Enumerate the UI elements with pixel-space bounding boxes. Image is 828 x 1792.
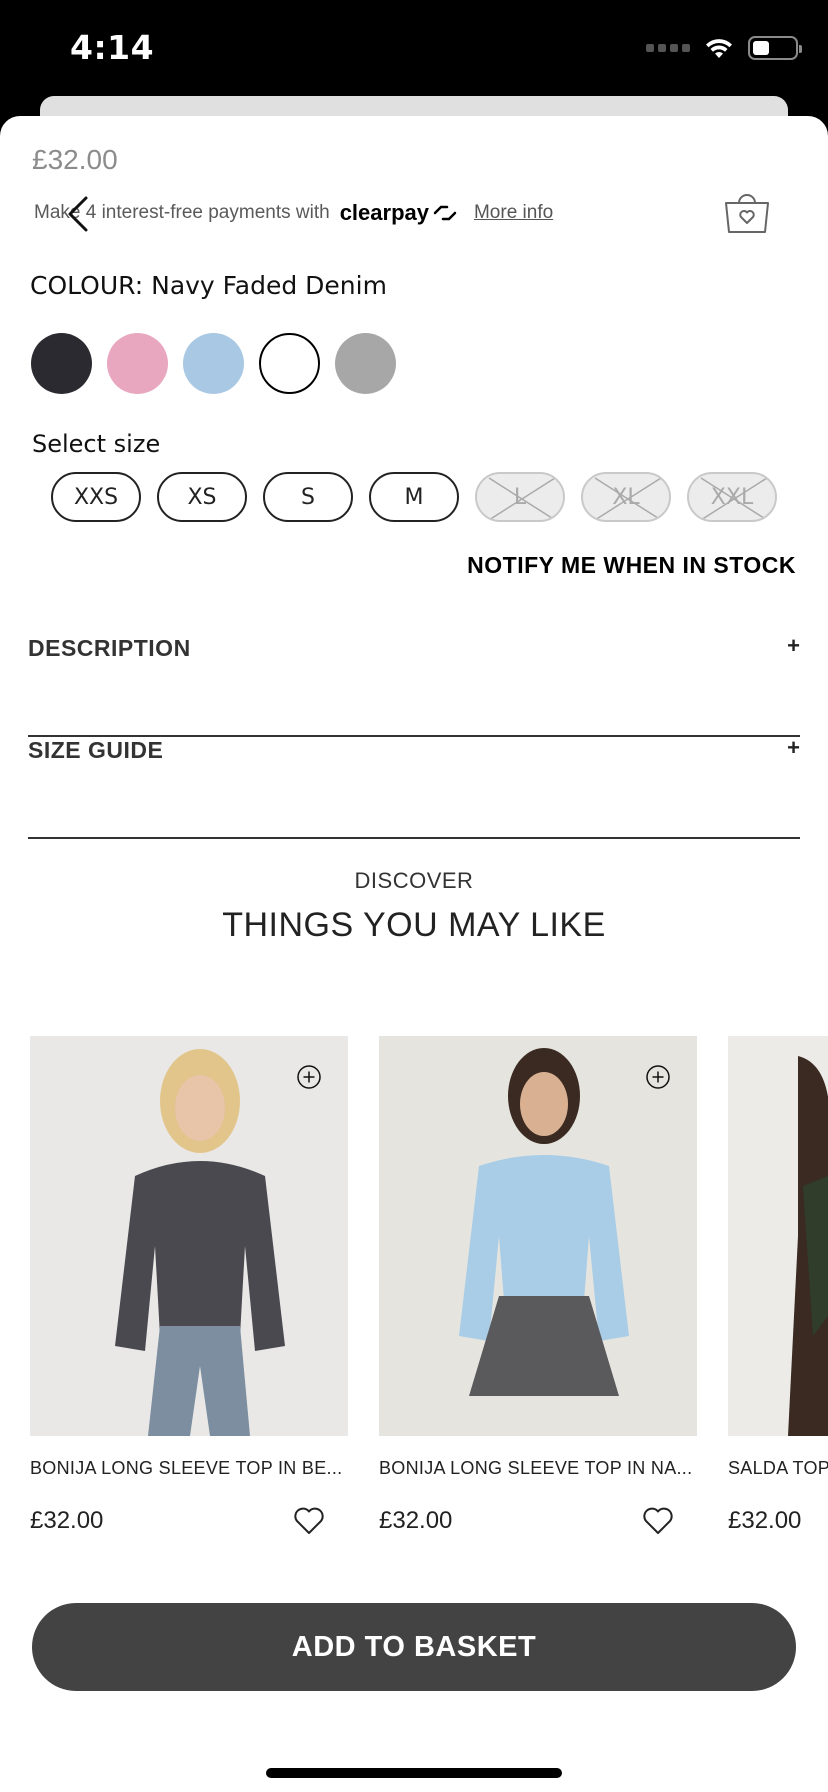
wishlist-bag-icon[interactable] — [722, 188, 772, 238]
size-label: S — [301, 484, 315, 510]
size-option-s[interactable]: S — [263, 472, 353, 522]
product-image[interactable] — [728, 1036, 828, 1436]
product-name: BONIJA LONG SLEEVE TOP IN BE... — [30, 1458, 343, 1478]
size-selector: XXS XS S M L XL XXL — [51, 472, 777, 522]
more-info-link[interactable]: More info — [474, 202, 553, 224]
heart-icon[interactable] — [293, 1506, 325, 1536]
clearpay-arrows-icon — [433, 205, 457, 221]
status-icons — [646, 36, 802, 60]
swatch-light-blue[interactable] — [183, 333, 244, 394]
size-option-m[interactable]: M — [369, 472, 459, 522]
expand-plus-icon: + — [787, 735, 800, 760]
product-name: SALDA TOP — [728, 1458, 828, 1478]
product-card[interactable]: SALDA TOP £32.00 — [728, 1036, 828, 1535]
swatch-grey[interactable] — [335, 333, 396, 394]
quick-add-icon[interactable] — [296, 1064, 322, 1090]
notify-me-button[interactable]: NOTIFY ME WHEN IN STOCK — [467, 552, 796, 579]
swatch-navy-faded-denim[interactable] — [259, 333, 320, 394]
select-size-label: Select size — [32, 430, 161, 458]
discover-eyebrow: DISCOVER — [354, 868, 474, 893]
colour-swatches — [31, 333, 396, 394]
size-label: XXS — [73, 484, 119, 510]
swatch-charcoal[interactable] — [31, 333, 92, 394]
status-bar: 4:14 — [0, 0, 828, 100]
size-option-xs[interactable]: XS — [157, 472, 247, 522]
battery-icon — [748, 36, 802, 60]
product-name: BONIJA LONG SLEEVE TOP IN NA... — [379, 1458, 693, 1478]
quick-add-icon[interactable] — [645, 1064, 671, 1090]
accordion-title: SIZE GUIDE — [28, 737, 164, 763]
accordion-title: DESCRIPTION — [28, 635, 191, 661]
product-price: £32.00 — [728, 1507, 802, 1534]
model-photo — [30, 1036, 348, 1436]
add-to-basket-button[interactable]: ADD TO BASKET — [32, 1603, 796, 1691]
size-option-xxl[interactable]: XXL — [687, 472, 777, 522]
size-option-l[interactable]: L — [475, 472, 565, 522]
home-indicator — [266, 1768, 562, 1778]
back-arrow-icon[interactable] — [64, 194, 94, 234]
accordion-description[interactable]: DESCRIPTION + — [28, 633, 800, 737]
product-card[interactable]: BONIJA LONG SLEEVE TOP IN NA... £32.00 — [379, 1036, 697, 1535]
size-label: M — [404, 484, 424, 510]
unavailable-cross — [488, 477, 556, 520]
swatch-pink[interactable] — [107, 333, 168, 394]
unavailable-cross — [594, 477, 662, 520]
size-option-xl[interactable]: XL — [581, 472, 671, 522]
product-sheet: £32.00 Make 4 interest-free payments wit… — [0, 116, 828, 1792]
accordion-size-guide[interactable]: SIZE GUIDE + — [28, 735, 800, 839]
size-option-xxs[interactable]: XXS — [51, 472, 141, 522]
wifi-icon — [706, 39, 732, 58]
model-photo — [379, 1036, 697, 1436]
expand-plus-icon: + — [787, 633, 800, 658]
model-photo — [728, 1036, 828, 1436]
product-image[interactable] — [30, 1036, 348, 1436]
unavailable-cross — [700, 477, 768, 520]
product-image[interactable] — [379, 1036, 697, 1436]
status-time: 4:14 — [70, 28, 155, 67]
product-card[interactable]: BONIJA LONG SLEEVE TOP IN BE... £32.00 — [30, 1036, 348, 1535]
product-price: £32.00 — [32, 144, 118, 175]
heart-icon[interactable] — [642, 1506, 674, 1536]
size-label: XS — [187, 484, 217, 510]
cellular-signal-icon — [646, 44, 690, 52]
colour-label: COLOUR: Navy Faded Denim — [30, 271, 387, 300]
clearpay-row: Make 4 interest-free payments with clear… — [34, 200, 553, 226]
clearpay-logo: clearpay — [340, 200, 458, 226]
recommendations-title: THINGS YOU MAY LIKE — [222, 906, 606, 944]
clearpay-label: clearpay — [339, 200, 429, 225]
